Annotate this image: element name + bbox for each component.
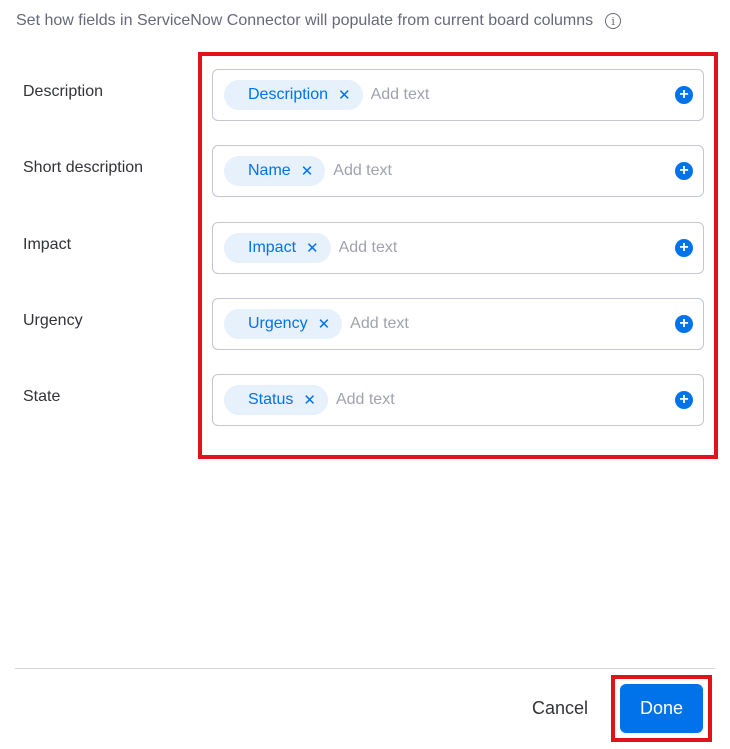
field-label-urgency: Urgency [23,312,83,329]
info-icon[interactable]: i [605,13,622,29]
done-button[interactable]: Done [620,684,703,733]
fields-highlight [198,52,718,459]
field-label-state: State [23,388,61,405]
header-text: Set how fields in ServiceNow Connector w… [16,12,594,29]
footer-divider [15,668,715,669]
cancel-button[interactable]: Cancel [520,690,600,726]
field-label-impact: Impact [23,236,72,253]
field-label-description: Description [23,83,104,100]
field-label-short-description: Short description [23,159,144,176]
header: Set how fields in ServiceNow Connector w… [16,12,622,30]
page: Set how fields in ServiceNow Connector w… [0,0,730,749]
